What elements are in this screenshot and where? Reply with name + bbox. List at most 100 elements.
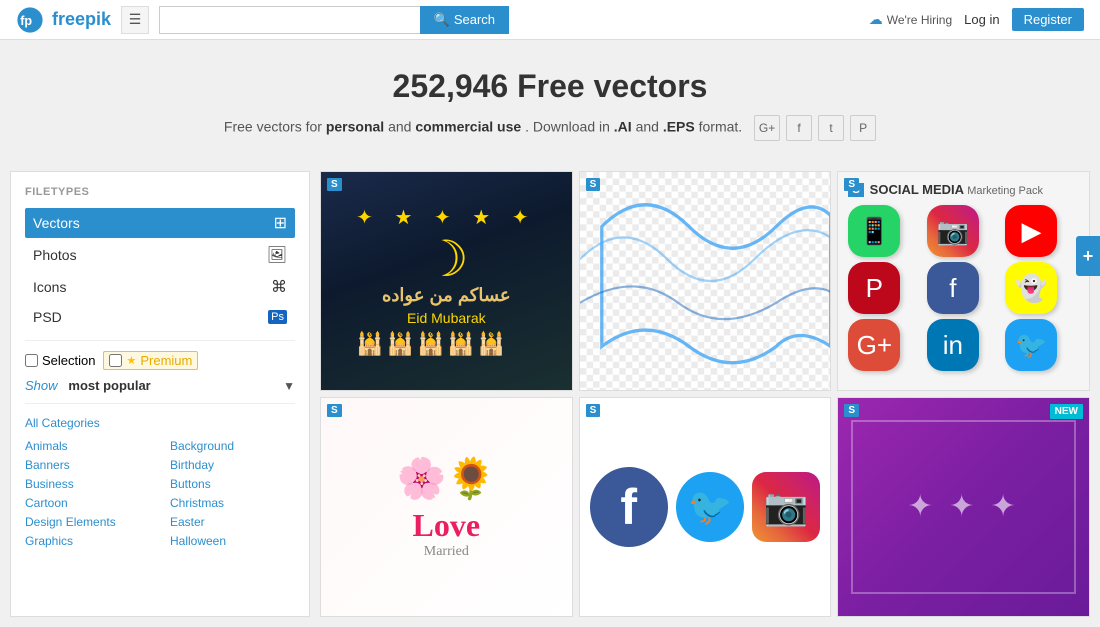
main-content: FILETYPES Vectors ⊞ Photos 🖼 Icons ⌘ PSD… (0, 171, 1100, 627)
social-media-title: SOCIAL MEDIA Marketing Pack (870, 182, 1043, 197)
twitter-large-icon: 🐦 (676, 472, 744, 542)
selection-checkbox[interactable] (25, 354, 38, 367)
hero-subtitle: Free vectors for personal and commercial… (0, 115, 1100, 141)
category-all[interactable]: All Categories (25, 414, 100, 432)
logo-text: freepik (52, 9, 111, 30)
social-header: S SOCIAL MEDIA Marketing Pack (848, 182, 1079, 197)
category-background[interactable]: Background (170, 437, 295, 455)
love-text: Love (397, 507, 497, 544)
svg-text:fp: fp (20, 13, 32, 27)
mosque-row: 🕌 🕌 🕌 🕌 🕌 (356, 331, 536, 357)
card-social2[interactable]: S f 🐦 📷 (579, 397, 832, 617)
photos-icon: 🖼 (267, 245, 287, 265)
we-hiring: ☁ We're Hiring (869, 11, 952, 28)
category-business[interactable]: Business (25, 475, 150, 493)
wave-svg (580, 172, 831, 390)
login-button[interactable]: Log in (964, 12, 999, 27)
hero-section: 252,946 Free vectors Free vectors for pe… (0, 40, 1100, 171)
content-grid: S ✦ ★ ✦ ★ ✦ ☽ عساكم من عواده Eid Mubarak… (320, 171, 1090, 617)
cloud-icon: ☁ (869, 11, 883, 28)
category-birthday[interactable]: Birthday (170, 456, 295, 474)
card-social-media[interactable]: S S SOCIAL MEDIA Marketing Pack 📱 📷 ▶ P … (837, 171, 1090, 391)
facebook-share-icon[interactable]: f (786, 115, 812, 141)
logo-area: fp freepik (16, 6, 111, 34)
premium-checkbox[interactable] (109, 354, 122, 367)
divider-1 (25, 340, 295, 341)
category-animals[interactable]: Animals (25, 437, 150, 455)
pattern-dots: ✦ ✦ ✦ (908, 489, 1020, 524)
arabic-text: عساكم من عواده (356, 284, 536, 307)
pattern-inner: ✦ ✦ ✦ (851, 420, 1077, 594)
selection-row: Selection ★ Premium (25, 351, 295, 370)
register-button[interactable]: Register (1012, 8, 1084, 31)
header-right: ☁ We're Hiring Log in Register (869, 8, 1084, 31)
google-plus-app-icon: G+ (848, 319, 900, 371)
instagram-app-icon: 📷 (927, 205, 979, 257)
card-love-badge: S (327, 404, 342, 417)
card-social2-badge: S (586, 404, 601, 417)
filetype-icons[interactable]: Icons ⌘ (25, 272, 295, 302)
pinterest-share-icon[interactable]: P (850, 115, 876, 141)
category-cartoon[interactable]: Cartoon (25, 494, 150, 512)
filetypes-label: FILETYPES (25, 186, 295, 198)
card-eid-badge: S (327, 178, 342, 191)
married-text: Married (397, 544, 497, 560)
card-eid[interactable]: S ✦ ★ ✦ ★ ✦ ☽ عساكم من عواده Eid Mubarak… (320, 171, 573, 391)
show-popular-row[interactable]: Show most popular ▼ (25, 378, 295, 393)
category-design-elements[interactable]: Design Elements (25, 513, 150, 531)
category-buttons[interactable]: Buttons (170, 475, 295, 493)
category-banners[interactable]: Banners (25, 456, 150, 474)
twitter-share-icon[interactable]: t (818, 115, 844, 141)
facebook-app-icon: f (927, 262, 979, 314)
hero-title: 252,946 Free vectors (0, 68, 1100, 105)
snapchat-icon: 👻 (1005, 262, 1057, 314)
divider-2 (25, 403, 295, 404)
filetype-photos[interactable]: Photos 🖼 (25, 240, 295, 270)
card-wave-badge: S (586, 178, 601, 191)
icons-icon: ⌘ (271, 277, 287, 297)
moon-icon: ☽ (356, 234, 536, 284)
facebook-large-icon: f (590, 467, 668, 547)
categories-grid: Animals Background Banners Birthday Busi… (25, 437, 295, 550)
vectors-icon: ⊞ (274, 213, 287, 233)
new-badge: NEW (1050, 404, 1083, 419)
sidebar: FILETYPES Vectors ⊞ Photos 🖼 Icons ⌘ PSD… (10, 171, 310, 617)
hamburger-button[interactable]: ☰ (121, 6, 149, 34)
pinterest-app-icon: P (848, 262, 900, 314)
stars-decoration: ✦ ★ ✦ ★ ✦ (356, 205, 536, 230)
category-christmas[interactable]: Christmas (170, 494, 295, 512)
card-wave[interactable]: S (579, 171, 832, 391)
social-share-icons: G+ f t P (754, 115, 876, 141)
selection-checkbox-label[interactable]: Selection (25, 353, 95, 368)
youtube-icon: ▶ (1005, 205, 1057, 257)
search-button[interactable]: 🔍 Search (420, 6, 509, 34)
love-flowers: 🌸🌻 (397, 455, 497, 502)
freepik-logo: fp (16, 6, 44, 34)
premium-checkbox-label[interactable]: ★ Premium (103, 351, 198, 370)
star-icon: ★ (126, 354, 136, 367)
chevron-down-icon: ▼ (283, 379, 295, 393)
filetype-psd[interactable]: PSD Ps (25, 304, 295, 330)
linkedin-icon: in (927, 319, 979, 371)
twitter-app-icon: 🐦 (1005, 319, 1057, 371)
search-input[interactable] (159, 6, 420, 34)
love-content: 🌸🌻 Love Married (387, 445, 507, 570)
search-icon: 🔍 (434, 12, 450, 28)
whatsapp-icon: 📱 (848, 205, 900, 257)
card-social-badge: S (844, 178, 859, 191)
filetype-vectors[interactable]: Vectors ⊞ (25, 208, 295, 238)
social-apps-grid: 📱 📷 ▶ P f 👻 G+ in 🐦 (848, 205, 1079, 371)
header: fp freepik ☰ 🔍 Search ☁ We're Hiring Log… (0, 0, 1100, 40)
card-love[interactable]: S 🌸🌻 Love Married (320, 397, 573, 617)
card-pattern-badge: S (844, 404, 859, 417)
eid-mubarak-text: Eid Mubarak (356, 310, 536, 326)
card-pattern[interactable]: S NEW ✦ ✦ ✦ (837, 397, 1090, 617)
category-graphics[interactable]: Graphics (25, 532, 150, 550)
instagram-large-icon: 📷 (752, 472, 820, 542)
category-halloween[interactable]: Halloween (170, 532, 295, 550)
eid-content: ✦ ★ ✦ ★ ✦ ☽ عساكم من عواده Eid Mubarak 🕌… (346, 195, 546, 366)
side-tab[interactable]: + (1076, 236, 1100, 276)
search-bar: 🔍 Search (159, 6, 509, 34)
category-easter[interactable]: Easter (170, 513, 295, 531)
google-plus-icon[interactable]: G+ (754, 115, 780, 141)
